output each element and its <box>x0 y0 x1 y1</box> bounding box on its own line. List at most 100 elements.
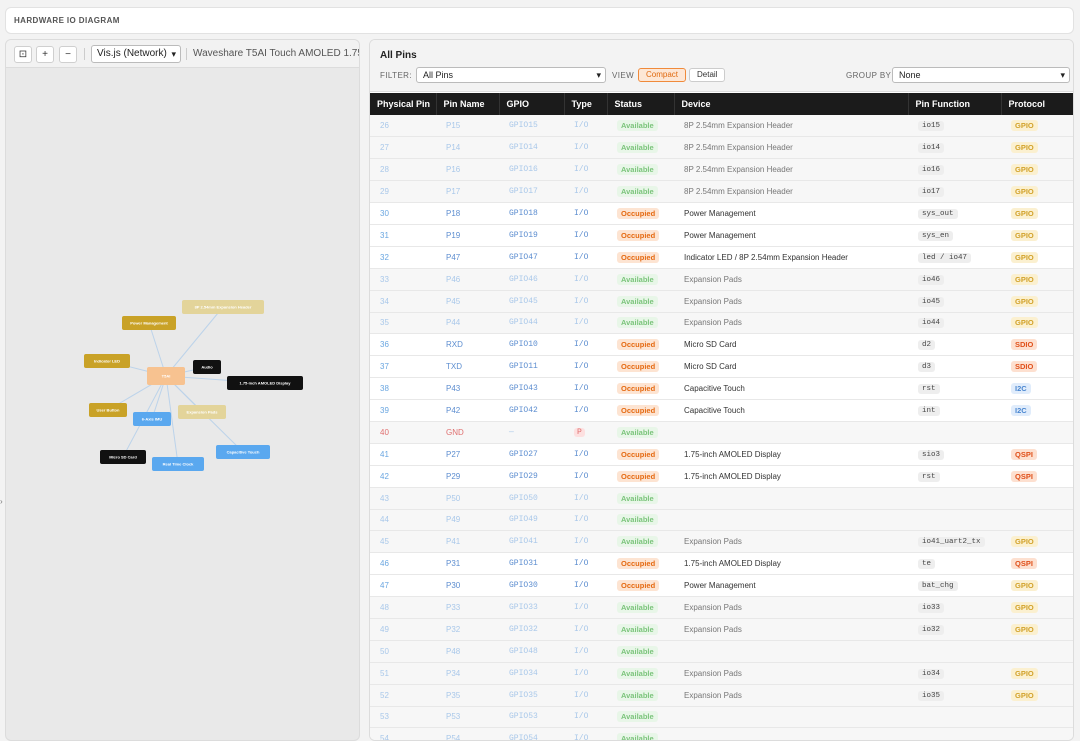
column-header-type[interactable]: Type <box>564 93 608 115</box>
network-node-led[interactable]: Indicator LED <box>84 354 130 368</box>
cell-gpio: GPIO44 <box>499 312 564 335</box>
network-node-touch[interactable]: Capacitive Touch <box>216 445 270 459</box>
zoom-out-button[interactable]: − <box>59 46 77 63</box>
protocol-badge: QSPI <box>1011 448 1037 460</box>
fit-view-button[interactable]: ⊡ <box>14 46 32 63</box>
network-node-audio[interactable]: Audio <box>193 360 221 374</box>
table-row[interactable]: 47 P30 GPIO30 I/O Occupied Power Management ba… <box>370 574 1073 598</box>
network-graph[interactable]: T5AI Power Management 8P 2.54mm Expansion … <box>6 69 359 741</box>
cell-pin-function <box>908 421 1001 444</box>
cell-pin-function: sio3 <box>908 443 1001 466</box>
table-row[interactable]: 27 P14 GPIO14 I/O Available 8P 2.54mm Expansi… <box>370 136 1073 160</box>
cell-pin-function: io34 <box>908 662 1001 685</box>
network-node-rtc[interactable]: Real Time Clock <box>152 457 204 471</box>
column-header-pin-function[interactable]: Pin Function <box>908 93 1002 115</box>
cell-gpio: GPIO16 <box>499 158 564 182</box>
cell-device: Expansion Pads <box>674 312 908 335</box>
table-row[interactable]: 54 P54 GPIO54 I/O Available <box>370 727 1073 741</box>
library-select[interactable]: Vis.js (Network) ▾ <box>91 45 181 63</box>
status-badge: Available <box>617 623 658 635</box>
zoom-in-button[interactable]: + <box>36 46 54 63</box>
cell-device: 8P 2.54mm Expansion Header <box>674 180 908 204</box>
status-badge: Available <box>617 514 658 526</box>
cell-physical-pin: 49 <box>370 618 436 641</box>
table-row[interactable]: 43 P50 GPIO50 I/O Available <box>370 487 1073 510</box>
pin-function-code: int <box>918 406 940 417</box>
table-row[interactable]: 34 P45 GPIO45 I/O Available Expansion Pads io4… <box>370 290 1073 313</box>
pin-function-code: io33 <box>918 603 945 614</box>
type-label: I/O <box>574 537 589 547</box>
cell-gpio: GPIO45 <box>499 290 564 313</box>
table-row[interactable]: 31 P19 GPIO19 I/O Occupied Power Management sy… <box>370 224 1073 247</box>
table-row[interactable]: 42 P29 GPIO29 I/O Occupied 1.75-inch AMOLED D… <box>370 465 1073 488</box>
network-node-user[interactable]: User Button <box>89 403 127 417</box>
cell-gpio: GPIO11 <box>499 355 564 379</box>
filter-select[interactable]: All Pins ▾ <box>416 67 606 83</box>
network-node-imu[interactable]: 6-Axis IMU <box>133 412 171 426</box>
view-detail-button[interactable]: Detail <box>689 68 726 82</box>
type-label: I/O <box>574 734 589 741</box>
status-badge: Available <box>617 492 658 504</box>
pins-table-body: 26 P15 GPIO15 I/O Available 8P 2.54mm Expansi… <box>370 115 1073 741</box>
cell-gpio: GPIO54 <box>499 727 564 740</box>
network-node-pads[interactable]: Expansion Pads <box>178 405 226 419</box>
cell-pin-name: P18 <box>436 202 499 225</box>
table-row[interactable]: 39 P42 GPIO42 I/O Occupied Capacitive Touch in… <box>370 399 1073 422</box>
table-row[interactable]: 41 P27 GPIO27 I/O Occupied 1.75-inch AMOLED D… <box>370 443 1073 466</box>
network-node-hdr[interactable]: 8P 2.54mm Expansion Header <box>182 300 264 314</box>
column-header-physical-pin[interactable]: Physical Pin <box>370 93 437 115</box>
cell-pin-function: d2 <box>908 333 1001 357</box>
cell-type: I/O <box>564 552 607 576</box>
pin-function-code: sys_out <box>918 209 958 219</box>
table-row[interactable]: 52 P35 GPIO35 I/O Available Expansion Pads io3… <box>370 684 1073 707</box>
table-row[interactable]: 36 RXD GPIO10 I/O Occupied Micro SD Card d2 SDI… <box>370 333 1073 357</box>
table-row[interactable]: 40 GND — P Available <box>370 421 1073 444</box>
table-row[interactable]: 28 P16 GPIO16 I/O Available 8P 2.54mm Expansi… <box>370 158 1073 182</box>
table-row[interactable]: 44 P49 GPIO49 I/O Available <box>370 509 1073 532</box>
table-row[interactable]: 29 P17 GPIO17 I/O Available 8P 2.54mm Expansi… <box>370 180 1073 204</box>
cell-device: 8P 2.54mm Expansion Header <box>674 158 908 182</box>
table-row[interactable]: 51 P34 GPIO34 I/O Available Expansion Pads io3… <box>370 662 1073 685</box>
network-canvas[interactable]: T5AI Power Management 8P 2.54mm Expansion … <box>6 69 359 741</box>
table-row[interactable]: 49 P32 GPIO32 I/O Available Expansion Pads io3… <box>370 618 1073 641</box>
network-node-mcu[interactable]: T5AI <box>147 367 185 385</box>
table-row[interactable]: 45 P41 GPIO41 I/O Available Expansion Pads io4… <box>370 530 1073 554</box>
network-node-sd[interactable]: Micro SD Card <box>100 450 146 464</box>
table-row[interactable]: 48 P33 GPIO33 I/O Available Expansion Pads io3… <box>370 596 1073 619</box>
table-row[interactable]: 35 P44 GPIO44 I/O Available Expansion Pads io4… <box>370 312 1073 335</box>
cell-physical-pin: 28 <box>370 158 436 182</box>
column-header-gpio[interactable]: GPIO <box>499 93 565 115</box>
table-row[interactable]: 32 P47 GPIO47 I/O Occupied Indicator LED / 8P… <box>370 246 1073 269</box>
fit-icon: ⊡ <box>18 49 28 60</box>
cell-physical-pin: 27 <box>370 136 436 160</box>
column-header-device[interactable]: Device <box>674 93 909 115</box>
cell-pin-function <box>908 640 1001 663</box>
network-node-amoled[interactable]: 1.75-inch AMOLED Display <box>227 376 303 390</box>
table-row[interactable]: 53 P53 GPIO53 I/O Available <box>370 706 1073 729</box>
cell-pin-name: RXD <box>436 333 499 357</box>
table-row[interactable]: 50 P48 GPIO48 I/O Available <box>370 640 1073 663</box>
cell-type: I/O <box>564 268 607 291</box>
table-row[interactable]: 37 TXD GPIO11 I/O Occupied Micro SD Card d3 SDI… <box>370 355 1073 379</box>
column-header-status[interactable]: Status <box>607 93 675 115</box>
status-badge: Available <box>617 273 658 285</box>
cell-protocol: GPIO <box>1001 246 1073 269</box>
groupby-select[interactable]: None ▾ <box>892 67 1070 83</box>
column-header-pin-name[interactable]: Pin Name <box>436 93 500 115</box>
cell-pin-function: io46 <box>908 268 1001 291</box>
cell-gpio: GPIO15 <box>499 115 564 138</box>
table-row[interactable]: 26 P15 GPIO15 I/O Available 8P 2.54mm Expansi… <box>370 115 1073 138</box>
table-row[interactable]: 33 P46 GPIO46 I/O Available Expansion Pads io4… <box>370 268 1073 291</box>
table-row[interactable]: 46 P31 GPIO31 I/O Occupied 1.75-inch AMOLED D… <box>370 552 1073 576</box>
network-node-pm[interactable]: Power Management <box>122 316 176 330</box>
network-node-label: Audio <box>201 365 213 370</box>
column-header-protocol[interactable]: Protocol <box>1001 93 1073 115</box>
cell-device: Power Management <box>674 574 908 598</box>
cell-gpio: GPIO29 <box>499 465 564 488</box>
view-compact-button[interactable]: Compact <box>638 68 687 82</box>
table-row[interactable]: 38 P43 GPIO43 I/O Occupied Capacitive Touch rs… <box>370 377 1073 401</box>
pins-panel-header: All Pins FILTER: All Pins ▾ VIEW Compact… <box>370 40 1073 92</box>
cell-physical-pin: 35 <box>370 312 436 335</box>
resize-handle-icon[interactable]: › <box>0 497 3 506</box>
table-row[interactable]: 30 P18 GPIO18 I/O Occupied Power Management sy… <box>370 202 1073 225</box>
